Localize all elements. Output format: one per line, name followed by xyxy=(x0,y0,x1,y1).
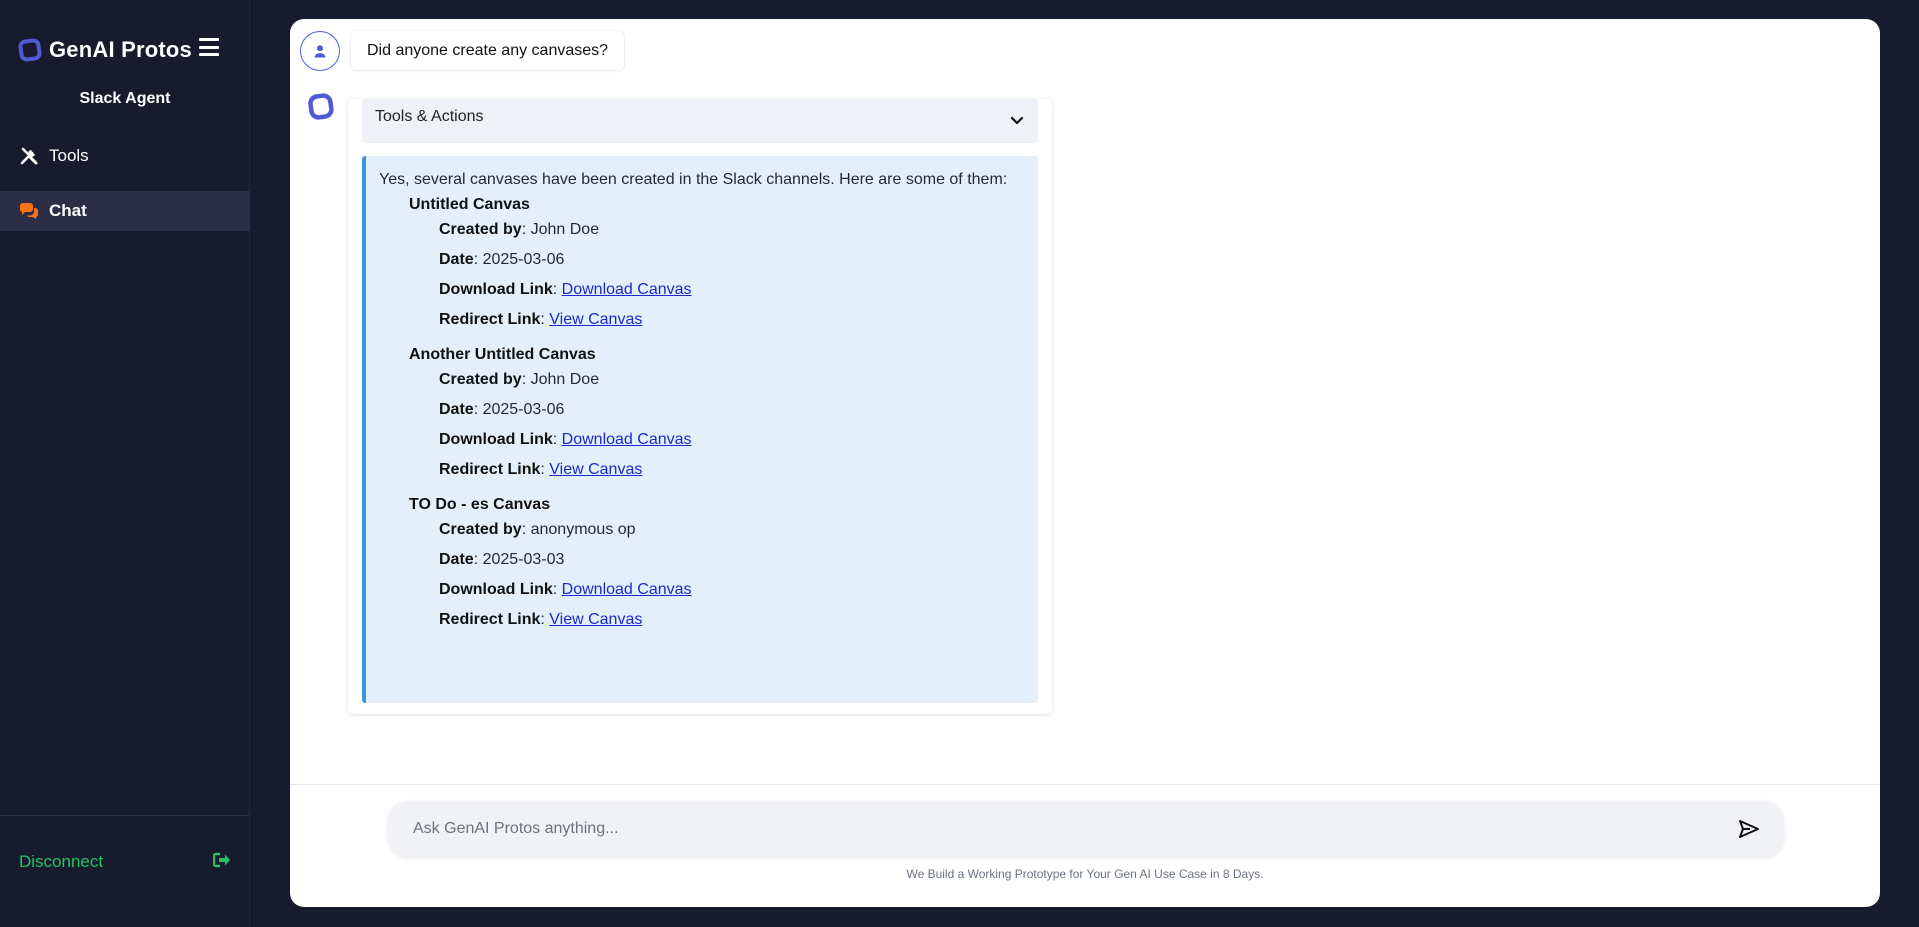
sidebar-item-label: Tools xyxy=(49,146,89,165)
canvas-title: Another Untitled Canvas xyxy=(409,346,596,363)
created-by-value: John Doe xyxy=(530,221,600,238)
download-field: Download Link: Download Canvas xyxy=(439,281,692,298)
canvas-item: TO Do - es Canvas Created by: anonymous … xyxy=(409,495,1038,630)
bot-avatar xyxy=(306,92,336,122)
created-by-field: Created by: John Doe xyxy=(439,371,600,388)
view-canvas-link[interactable]: View Canvas xyxy=(549,311,642,328)
sidebar: GenAI Protos Slack Agent Tools Chat Disc… xyxy=(0,0,250,927)
tools-actions-toggle[interactable]: Tools & Actions xyxy=(362,99,1038,143)
download-canvas-link[interactable]: Download Canvas xyxy=(562,431,692,448)
date-field: Date: 2025-03-06 xyxy=(439,251,565,268)
chat-panel: Did anyone create any canvases? Tools & … xyxy=(290,19,1880,907)
menu-toggle-icon[interactable] xyxy=(199,38,219,56)
date-value: 2025-03-03 xyxy=(482,551,565,568)
date-field: Date: 2025-03-03 xyxy=(439,551,565,568)
download-canvas-link[interactable]: Download Canvas xyxy=(562,281,692,298)
chat-icon xyxy=(19,201,39,221)
bot-message: Tools & Actions Yes, several canvases ha… xyxy=(348,99,1052,714)
created-by-field: Created by: John Doe xyxy=(439,221,600,238)
sign-out-icon xyxy=(212,852,231,873)
brand: GenAI Protos xyxy=(17,35,192,65)
download-field: Download Link: Download Canvas xyxy=(439,431,692,448)
canvas-title: TO Do - es Canvas xyxy=(409,496,551,513)
view-canvas-link[interactable]: View Canvas xyxy=(549,611,642,628)
footer-note: We Build a Working Prototype for Your Ge… xyxy=(906,867,1264,881)
created-by-field: Created by: anonymous op xyxy=(439,521,636,538)
sidebar-item-chat[interactable]: Chat xyxy=(0,191,250,231)
answer-intro: Yes, several canvases have been created … xyxy=(379,171,1008,188)
created-by-value: anonymous op xyxy=(530,521,636,538)
agent-title: Slack Agent xyxy=(79,90,171,107)
sidebar-divider xyxy=(0,815,250,816)
download-canvas-link[interactable]: Download Canvas xyxy=(562,581,692,598)
date-value: 2025-03-06 xyxy=(482,401,565,418)
user-avatar xyxy=(300,31,340,71)
created-by-value: John Doe xyxy=(530,371,600,388)
brand-logo-icon xyxy=(17,37,43,63)
canvas-item: Untitled Canvas Created by: John Doe Dat… xyxy=(409,195,1038,330)
chat-composer xyxy=(388,801,1784,857)
date-field: Date: 2025-03-06 xyxy=(439,401,565,418)
send-icon xyxy=(1739,820,1759,838)
date-value: 2025-03-06 xyxy=(482,251,565,268)
disconnect-label: Disconnect xyxy=(19,852,104,871)
redirect-field: Redirect Link: View Canvas xyxy=(439,611,643,628)
composer-divider xyxy=(290,784,1880,785)
chevron-down-icon xyxy=(1010,116,1024,125)
view-canvas-link[interactable]: View Canvas xyxy=(549,461,642,478)
user-icon xyxy=(314,45,326,58)
chat-input[interactable] xyxy=(413,820,1736,838)
canvas-item: Another Untitled Canvas Created by: John… xyxy=(409,345,1038,480)
brand-name: GenAI Protos xyxy=(49,37,192,62)
sidebar-item-label: Chat xyxy=(49,201,87,220)
send-button[interactable] xyxy=(1736,816,1762,842)
redirect-field: Redirect Link: View Canvas xyxy=(439,311,643,328)
download-field: Download Link: Download Canvas xyxy=(439,581,692,598)
disconnect-button[interactable]: Disconnect xyxy=(19,850,231,874)
redirect-field: Redirect Link: View Canvas xyxy=(439,461,643,478)
answer-content: Yes, several canvases have been created … xyxy=(362,156,1038,703)
canvas-title: Untitled Canvas xyxy=(409,196,530,213)
sidebar-item-tools[interactable]: Tools xyxy=(0,136,250,176)
tools-icon xyxy=(19,146,39,166)
user-message: Did anyone create any canvases? xyxy=(350,30,626,71)
tools-actions-label: Tools & Actions xyxy=(375,108,484,125)
